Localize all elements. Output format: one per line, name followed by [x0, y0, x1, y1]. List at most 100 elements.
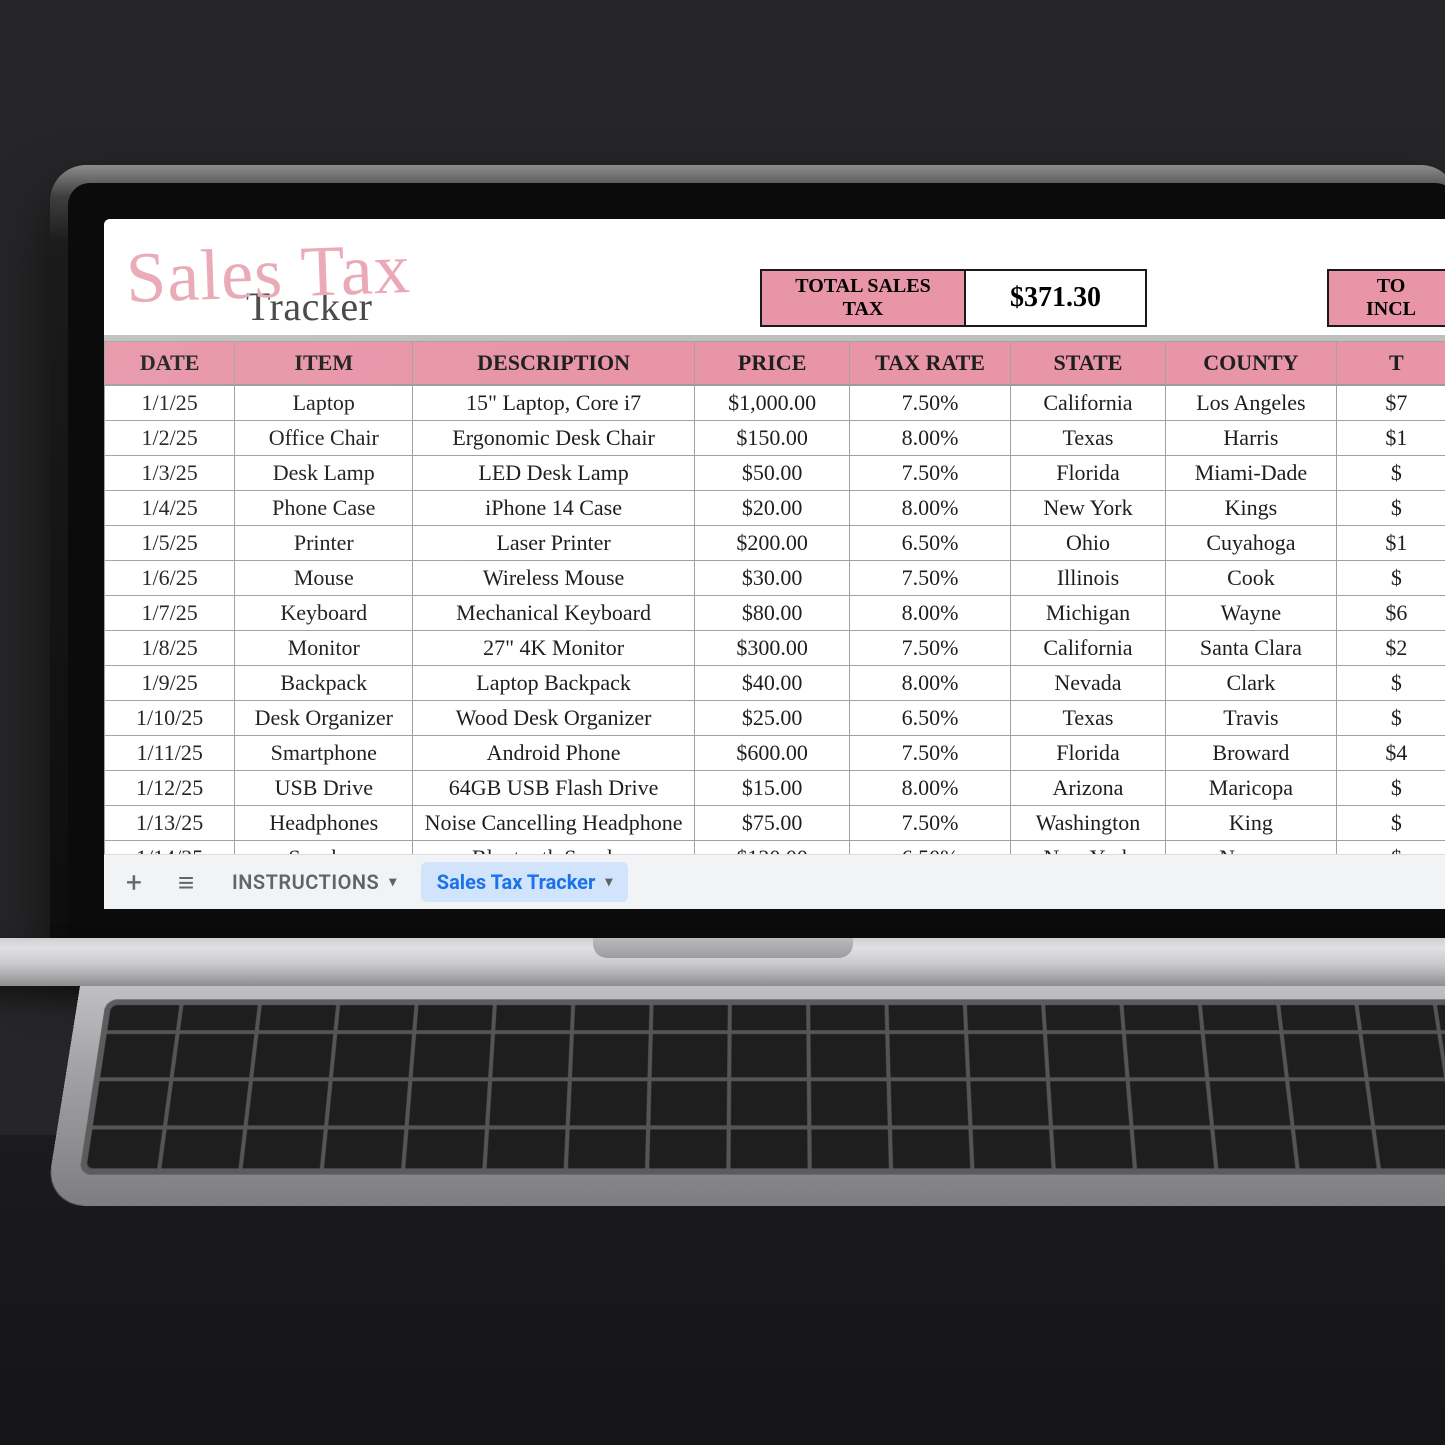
cell-price[interactable]: $1,000.00: [694, 385, 849, 421]
cell-description[interactable]: Wood Desk Organizer: [413, 701, 695, 736]
cell-county[interactable]: Wayne: [1166, 596, 1336, 631]
cell-price[interactable]: $15.00: [694, 771, 849, 806]
cell-tax[interactable]: $2: [1336, 631, 1445, 666]
col-tax[interactable]: T: [1336, 342, 1445, 386]
cell-tax-rate[interactable]: 6.50%: [850, 841, 1010, 855]
cell-tax-rate[interactable]: 6.50%: [850, 701, 1010, 736]
cell-price[interactable]: $300.00: [694, 631, 849, 666]
cell-state[interactable]: California: [1010, 385, 1165, 421]
table-row[interactable]: 1/6/25MouseWireless Mouse$30.007.50%Illi…: [105, 561, 1445, 596]
cell-price[interactable]: $25.00: [694, 701, 849, 736]
cell-state[interactable]: Nevada: [1010, 666, 1165, 701]
cell-state[interactable]: Florida: [1010, 456, 1165, 491]
cell-tax[interactable]: $: [1336, 456, 1445, 491]
cell-description[interactable]: 64GB USB Flash Drive: [413, 771, 695, 806]
cell-state[interactable]: Texas: [1010, 701, 1165, 736]
cell-date[interactable]: 1/14/25: [105, 841, 235, 855]
cell-tax-rate[interactable]: 6.50%: [850, 526, 1010, 561]
cell-state[interactable]: Arizona: [1010, 771, 1165, 806]
cell-item[interactable]: Desk Organizer: [235, 701, 413, 736]
cell-tax-rate[interactable]: 7.50%: [850, 456, 1010, 491]
cell-tax[interactable]: $: [1336, 841, 1445, 855]
cell-tax-rate[interactable]: 7.50%: [850, 736, 1010, 771]
cell-tax[interactable]: $: [1336, 701, 1445, 736]
cell-tax-rate[interactable]: 8.00%: [850, 771, 1010, 806]
sales-table[interactable]: DATE ITEM DESCRIPTION PRICE TAX RATE STA…: [104, 341, 1445, 854]
cell-date[interactable]: 1/8/25: [105, 631, 235, 666]
cell-description[interactable]: Android Phone: [413, 736, 695, 771]
cell-tax-rate[interactable]: 8.00%: [850, 596, 1010, 631]
cell-tax[interactable]: $: [1336, 771, 1445, 806]
tab-instructions[interactable]: INSTRUCTIONS ▾: [216, 862, 413, 902]
cell-date[interactable]: 1/12/25: [105, 771, 235, 806]
cell-date[interactable]: 1/9/25: [105, 666, 235, 701]
cell-price[interactable]: $150.00: [694, 421, 849, 456]
table-row[interactable]: 1/9/25BackpackLaptop Backpack$40.008.00%…: [105, 666, 1445, 701]
cell-item[interactable]: Speaker: [235, 841, 413, 855]
cell-state[interactable]: New York: [1010, 491, 1165, 526]
cell-description[interactable]: Bluetooth Speaker: [413, 841, 695, 855]
cell-description[interactable]: iPhone 14 Case: [413, 491, 695, 526]
cell-date[interactable]: 1/4/25: [105, 491, 235, 526]
cell-price[interactable]: $50.00: [694, 456, 849, 491]
cell-date[interactable]: 1/11/25: [105, 736, 235, 771]
cell-item[interactable]: Mouse: [235, 561, 413, 596]
cell-item[interactable]: Laptop: [235, 385, 413, 421]
cell-item[interactable]: Backpack: [235, 666, 413, 701]
cell-tax[interactable]: $7: [1336, 385, 1445, 421]
cell-description[interactable]: Mechanical Keyboard: [413, 596, 695, 631]
cell-description[interactable]: 27" 4K Monitor: [413, 631, 695, 666]
cell-item[interactable]: Phone Case: [235, 491, 413, 526]
cell-tax-rate[interactable]: 7.50%: [850, 561, 1010, 596]
cell-date[interactable]: 1/13/25: [105, 806, 235, 841]
cell-county[interactable]: Maricopa: [1166, 771, 1336, 806]
cell-price[interactable]: $30.00: [694, 561, 849, 596]
cell-tax-rate[interactable]: 7.50%: [850, 385, 1010, 421]
cell-county[interactable]: Harris: [1166, 421, 1336, 456]
cell-date[interactable]: 1/6/25: [105, 561, 235, 596]
cell-tax[interactable]: $1: [1336, 526, 1445, 561]
table-row[interactable]: 1/11/25SmartphoneAndroid Phone$600.007.5…: [105, 736, 1445, 771]
table-row[interactable]: 1/8/25Monitor27" 4K Monitor$300.007.50%C…: [105, 631, 1445, 666]
cell-county[interactable]: Los Angeles: [1166, 385, 1336, 421]
cell-county[interactable]: Travis: [1166, 701, 1336, 736]
cell-county[interactable]: King: [1166, 806, 1336, 841]
col-price[interactable]: PRICE: [694, 342, 849, 386]
cell-item[interactable]: Headphones: [235, 806, 413, 841]
cell-price[interactable]: $200.00: [694, 526, 849, 561]
table-row[interactable]: 1/3/25Desk LampLED Desk Lamp$50.007.50%F…: [105, 456, 1445, 491]
col-tax-rate[interactable]: TAX RATE: [850, 342, 1010, 386]
spreadsheet-grid[interactable]: DATE ITEM DESCRIPTION PRICE TAX RATE STA…: [104, 335, 1445, 854]
cell-county[interactable]: Kings: [1166, 491, 1336, 526]
cell-price[interactable]: $80.00: [694, 596, 849, 631]
cell-item[interactable]: Desk Lamp: [235, 456, 413, 491]
cell-price[interactable]: $120.00: [694, 841, 849, 855]
cell-state[interactable]: Texas: [1010, 421, 1165, 456]
cell-tax[interactable]: $: [1336, 491, 1445, 526]
cell-county[interactable]: Miami-Dade: [1166, 456, 1336, 491]
cell-description[interactable]: Ergonomic Desk Chair: [413, 421, 695, 456]
table-row[interactable]: 1/13/25HeadphonesNoise Cancelling Headph…: [105, 806, 1445, 841]
cell-description[interactable]: Noise Cancelling Headphone: [413, 806, 695, 841]
cell-state[interactable]: Florida: [1010, 736, 1165, 771]
cell-item[interactable]: Office Chair: [235, 421, 413, 456]
cell-state[interactable]: New York: [1010, 841, 1165, 855]
cell-tax-rate[interactable]: 7.50%: [850, 806, 1010, 841]
cell-county[interactable]: Clark: [1166, 666, 1336, 701]
cell-date[interactable]: 1/2/25: [105, 421, 235, 456]
col-date[interactable]: DATE: [105, 342, 235, 386]
cell-county[interactable]: Nassau: [1166, 841, 1336, 855]
table-row[interactable]: 1/1/25Laptop15" Laptop, Core i7$1,000.00…: [105, 385, 1445, 421]
cell-description[interactable]: LED Desk Lamp: [413, 456, 695, 491]
tab-sales-tax-tracker[interactable]: Sales Tax Tracker ▾: [421, 862, 629, 902]
table-row[interactable]: 1/14/25SpeakerBluetooth Speaker$120.006.…: [105, 841, 1445, 855]
cell-price[interactable]: $600.00: [694, 736, 849, 771]
cell-state[interactable]: Michigan: [1010, 596, 1165, 631]
table-row[interactable]: 1/5/25PrinterLaser Printer$200.006.50%Oh…: [105, 526, 1445, 561]
cell-price[interactable]: $75.00: [694, 806, 849, 841]
cell-tax-rate[interactable]: 8.00%: [850, 666, 1010, 701]
cell-tax-rate[interactable]: 8.00%: [850, 491, 1010, 526]
cell-tax[interactable]: $4: [1336, 736, 1445, 771]
cell-description[interactable]: Laptop Backpack: [413, 666, 695, 701]
cell-item[interactable]: Printer: [235, 526, 413, 561]
